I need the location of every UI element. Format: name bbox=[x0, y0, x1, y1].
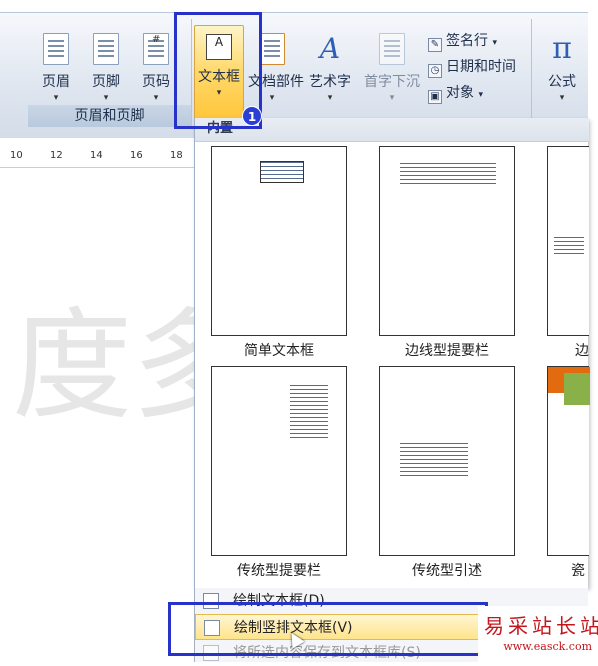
gallery-label: 简单文本框 bbox=[244, 343, 314, 359]
ruler-tick: 16 bbox=[130, 150, 143, 161]
ruler-tick: 12 bbox=[50, 150, 63, 161]
gallery-item-partial-2[interactable] bbox=[547, 366, 590, 556]
horizontal-ruler[interactable]: 10 12 14 16 18 bbox=[0, 138, 194, 168]
textbox-gallery: 内置 简单文本框 边线型提要栏 边 传统型提要栏 传统型引述 瓷 bbox=[194, 118, 590, 588]
gallery-item-traditional-quote[interactable] bbox=[379, 366, 515, 556]
thumb-text bbox=[290, 385, 328, 441]
signature-line-icon: ✎ bbox=[428, 38, 442, 52]
gallery-label: 边线型提要栏 bbox=[405, 343, 489, 359]
gallery-label: 传统型提要栏 bbox=[237, 563, 321, 579]
chevron-down-icon: ▾ bbox=[327, 93, 333, 103]
gallery-item-partial[interactable] bbox=[547, 146, 589, 336]
ruler-tick: 18 bbox=[170, 150, 183, 161]
thumb-text bbox=[554, 237, 584, 257]
chevron-down-icon: ▾ bbox=[53, 93, 59, 103]
date-time-item[interactable]: ◷ 日期和时间 bbox=[428, 55, 516, 79]
chevron-down-icon: ▾ bbox=[478, 90, 483, 100]
header-icon bbox=[43, 33, 69, 65]
chevron-down-icon: ▾ bbox=[559, 93, 565, 103]
gallery-item-sideline-sidebar[interactable] bbox=[379, 146, 515, 336]
thumb-image bbox=[564, 373, 590, 405]
gallery-label: 边 bbox=[575, 343, 589, 359]
drop-cap-button[interactable]: 首字下沉 ▾ bbox=[362, 29, 422, 119]
highlight-box-vertical-textbox bbox=[168, 602, 488, 656]
gallery-item-simple-textbox[interactable] bbox=[211, 146, 347, 336]
gallery-label: 传统型引述 bbox=[412, 563, 482, 579]
ruler-tick: 14 bbox=[90, 150, 103, 161]
group-label-header-footer: 页眉和页脚 bbox=[28, 105, 191, 127]
drop-cap-icon bbox=[379, 33, 405, 65]
logo-title: 易采站长站 bbox=[484, 614, 598, 638]
wordart-icon: A bbox=[319, 32, 341, 65]
object-icon: ▣ bbox=[428, 90, 442, 104]
ruler-tick: 10 bbox=[10, 150, 23, 161]
object-item[interactable]: ▣ 对象 ▾ bbox=[428, 81, 483, 105]
date-time-icon: ◷ bbox=[428, 64, 442, 78]
page-number-icon: # bbox=[143, 33, 169, 65]
chevron-down-icon: ▾ bbox=[153, 93, 159, 103]
gallery-item-traditional-sidebar[interactable] bbox=[211, 366, 347, 556]
header-footer-group: 页眉 ▾ 页脚 ▾ # 页码 ▾ 页眉和页脚 bbox=[28, 19, 192, 127]
chevron-down-icon: ▾ bbox=[389, 93, 395, 103]
footer-icon bbox=[93, 33, 119, 65]
gallery-label: 瓷 bbox=[571, 563, 585, 579]
site-logo: 易采站长站 www.easck.com bbox=[478, 606, 598, 662]
quick-parts-icon bbox=[259, 33, 285, 65]
thumb-text bbox=[260, 161, 304, 183]
signature-line-item[interactable]: ✎ 签名行 ▾ bbox=[428, 29, 497, 53]
logo-url: www.easck.com bbox=[503, 640, 592, 653]
wordart-button[interactable]: A 艺术字 ▾ bbox=[306, 29, 354, 119]
thumb-text bbox=[400, 163, 496, 185]
symbols-group: π 公式 ▾ bbox=[534, 19, 588, 127]
equation-button[interactable]: π 公式 ▾ bbox=[538, 29, 586, 119]
chevron-down-icon: ▾ bbox=[492, 38, 497, 48]
pi-icon: π bbox=[552, 31, 572, 66]
thumb-text bbox=[400, 443, 468, 479]
chevron-down-icon: ▾ bbox=[103, 93, 109, 103]
step-badge: 1 bbox=[242, 106, 262, 126]
